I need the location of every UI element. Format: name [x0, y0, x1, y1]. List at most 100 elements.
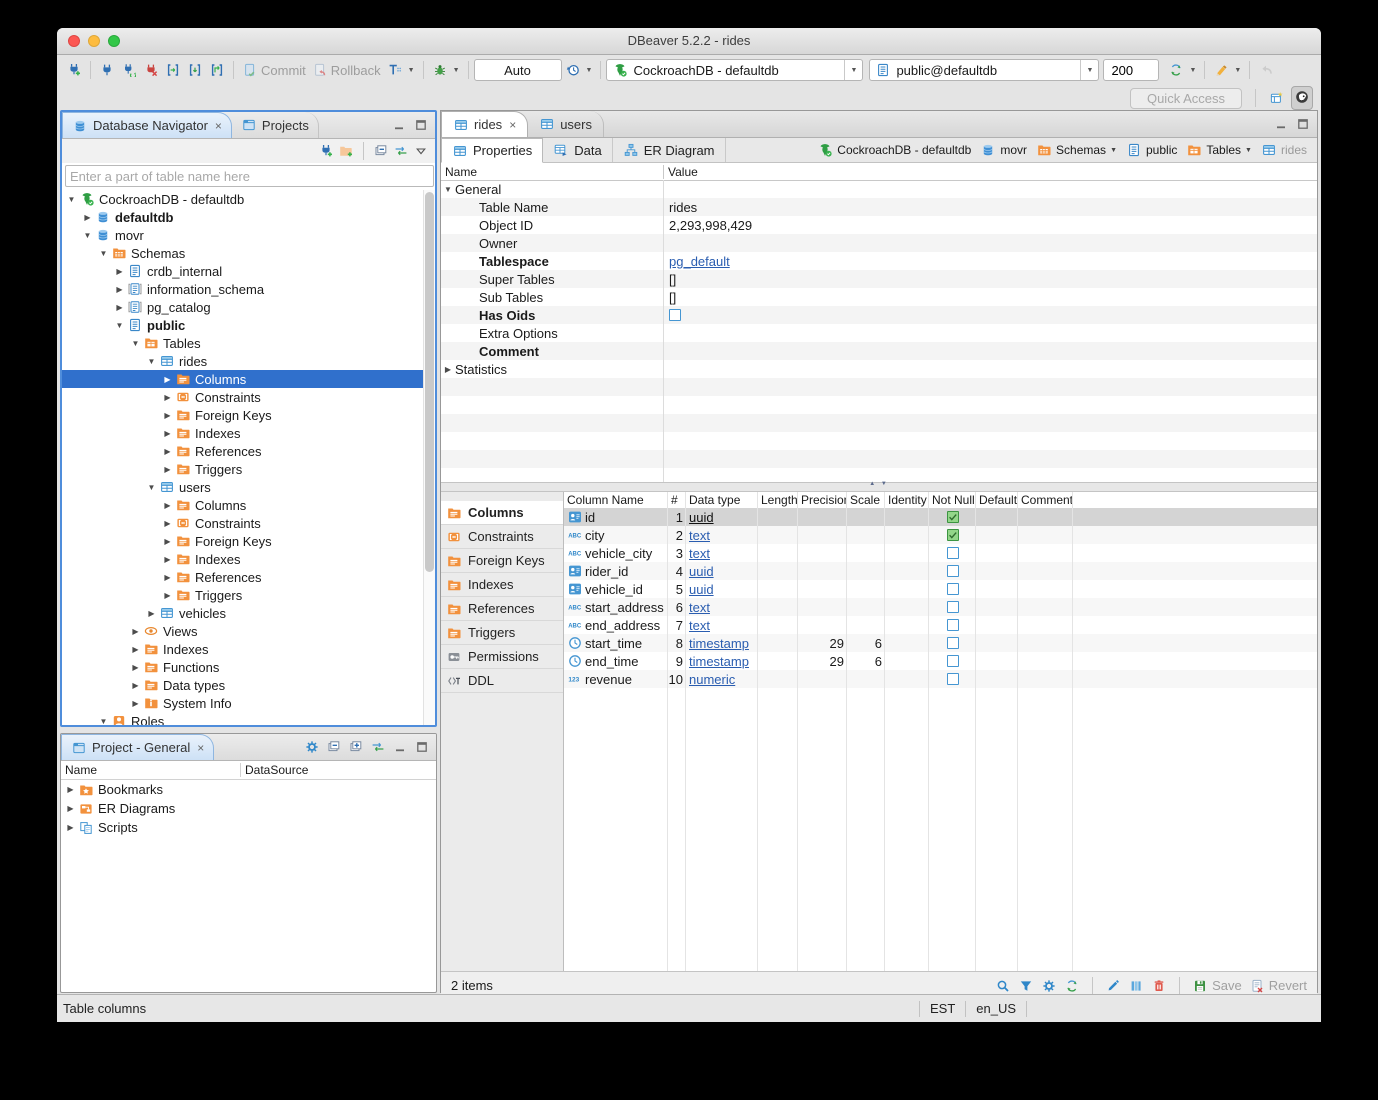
tree-item-public[interactable]: ▼public [62, 316, 424, 334]
property-row-sub-tables[interactable]: Sub Tables[] [441, 288, 1317, 306]
expand-arrow-icon[interactable]: ▶ [160, 465, 175, 474]
expand-arrow-icon[interactable]: ▶ [160, 555, 175, 564]
property-row-super-tables[interactable]: Super Tables[] [441, 270, 1317, 288]
tab-projects[interactable]: Projects [232, 112, 319, 138]
column-header-data-type[interactable]: Data type [686, 492, 758, 508]
table-filter-input[interactable] [65, 165, 434, 187]
property-row-table-name[interactable]: Table Namerides [441, 198, 1317, 216]
column-header-length[interactable]: Length [758, 492, 798, 508]
link-with-editor-icon[interactable] [393, 143, 409, 159]
tree-item-schemas[interactable]: ▼Schemas [62, 244, 424, 262]
checkbox-unchecked[interactable] [947, 655, 959, 667]
tree-item-data-types[interactable]: ▶Data types [62, 676, 424, 694]
column-header-precision[interactable]: Precision [798, 492, 847, 508]
locale-indicator[interactable]: en_US [976, 1001, 1016, 1016]
expand-arrow-icon[interactable]: ▶ [160, 375, 175, 384]
highlight-button[interactable]: ▼ [1210, 60, 1244, 80]
data-type-link[interactable]: text [689, 600, 710, 615]
data-type-link[interactable]: text [689, 528, 710, 543]
checkbox-checked[interactable] [947, 511, 959, 523]
property-row-object-id[interactable]: Object ID2,293,998,429 [441, 216, 1317, 234]
properties-name-header[interactable]: Name [441, 165, 664, 179]
table-row-rider-id[interactable]: rider_id4uuid [564, 562, 1317, 580]
checkbox-unchecked[interactable] [947, 565, 959, 577]
disconnect-button[interactable] [140, 60, 162, 80]
maximize-icon[interactable] [1295, 116, 1311, 132]
collapse-arrow-icon[interactable]: ▼ [144, 357, 159, 366]
tree-item-triggers[interactable]: ▶Triggers [62, 460, 424, 478]
transaction-mode-button[interactable]: ▼ [384, 60, 418, 80]
horizontal-splitter[interactable]: ▲ ▼ [441, 482, 1317, 492]
edit-icon[interactable] [1105, 978, 1121, 994]
minimize-icon[interactable] [1273, 116, 1289, 132]
breadcrumb-item-public[interactable]: public [1126, 142, 1177, 158]
detail-tab-permissions[interactable]: Permissions [441, 645, 563, 669]
connect-button[interactable] [96, 60, 118, 80]
editor-tab-users[interactable]: users [528, 111, 604, 137]
column-header-identity[interactable]: Identity [885, 492, 929, 508]
connection-select[interactable]: CockroachDB - defaultdb ▼ [606, 59, 863, 81]
subtab-er-diagram[interactable]: ER Diagram [613, 138, 726, 162]
property-row-statistics[interactable]: ▶Statistics [441, 360, 1317, 378]
zoom-window-button[interactable] [108, 35, 120, 47]
dbeaver-perspective-icon[interactable] [1294, 89, 1310, 105]
collapse-arrow-icon[interactable]: ▼ [128, 339, 143, 348]
tree-item-indexes[interactable]: ▶Indexes [62, 424, 424, 442]
settings-icon[interactable] [1041, 978, 1057, 994]
tree-item-crdb-internal[interactable]: ▶crdb_internal [62, 262, 424, 280]
tablespace-link[interactable]: pg_default [669, 254, 730, 269]
checkbox-unchecked[interactable] [669, 309, 681, 321]
collapse-arrow-icon[interactable]: ▼ [441, 185, 455, 194]
table-row-end-time[interactable]: end_time9timestamp296 [564, 652, 1317, 670]
refresh-icon[interactable] [1064, 978, 1080, 994]
tree-item-information-schema[interactable]: ▶information_schema [62, 280, 424, 298]
recent-sql-button[interactable] [206, 60, 228, 80]
collapse-all-icon[interactable] [326, 739, 342, 755]
project-item-bookmarks[interactable]: ▶Bookmarks [61, 780, 436, 799]
expand-arrow-icon[interactable]: ▶ [160, 429, 175, 438]
quick-access-button[interactable]: Quick Access [1130, 88, 1242, 109]
data-type-link[interactable]: text [689, 546, 710, 561]
debug-button[interactable]: ▼ [429, 60, 463, 80]
breadcrumb-item-tables[interactable]: Tables▼ [1186, 142, 1252, 158]
expand-arrow-icon[interactable]: ▶ [112, 267, 127, 276]
data-type-link[interactable]: timestamp [689, 636, 749, 651]
editor-tab-rides[interactable]: rides× [441, 111, 528, 137]
collapse-arrow-icon[interactable]: ▼ [144, 483, 159, 492]
tree-item-functions[interactable]: ▶Functions [62, 658, 424, 676]
expand-arrow-icon[interactable]: ▶ [63, 785, 78, 794]
new-sql-editor-button[interactable] [162, 60, 184, 80]
commit-mode-select[interactable]: Auto [474, 59, 562, 81]
checkbox-unchecked[interactable] [947, 673, 959, 685]
transaction-log-button[interactable]: ▼ [562, 60, 596, 80]
chevron-down-icon[interactable]: ▼ [1245, 147, 1252, 154]
properties-value-header[interactable]: Value [664, 165, 698, 179]
tree-item-roles[interactable]: ▼Roles [62, 712, 424, 725]
expand-arrow-icon[interactable]: ▶ [160, 573, 175, 582]
checkbox-checked[interactable] [947, 529, 959, 541]
detail-tab-constraints[interactable]: Constraints [441, 525, 563, 549]
commit-button[interactable]: Commit [239, 60, 309, 80]
data-type-link[interactable]: uuid [689, 510, 714, 525]
close-icon[interactable]: × [197, 741, 204, 755]
rollback-button[interactable]: Rollback [309, 60, 384, 80]
open-sql-script-button[interactable] [184, 60, 206, 80]
property-row-tablespace[interactable]: Tablespacepg_default [441, 252, 1317, 270]
schema-select[interactable]: public@defaultdb ▼ [869, 59, 1099, 81]
breadcrumb-item-cockroachdb-defaultdb[interactable]: CockroachDB - defaultdb [817, 142, 971, 158]
expand-arrow-icon[interactable]: ▶ [112, 285, 127, 294]
tree-item-tables[interactable]: ▼Tables [62, 334, 424, 352]
tree-item-pg-catalog[interactable]: ▶pg_catalog [62, 298, 424, 316]
reconnect-button[interactable] [118, 60, 140, 80]
expand-arrow-icon[interactable]: ▶ [160, 411, 175, 420]
table-row-end-address[interactable]: ABCend_address7text [564, 616, 1317, 634]
tab-database-navigator[interactable]: Database Navigator × [62, 112, 232, 138]
property-row-has-oids[interactable]: Has Oids [441, 306, 1317, 324]
back-button[interactable] [1255, 60, 1277, 80]
tree-item-references[interactable]: ▶References [62, 442, 424, 460]
fetch-size-input[interactable] [1109, 62, 1153, 79]
data-type-link[interactable]: uuid [689, 582, 714, 597]
tree-item-defaultdb[interactable]: ▶defaultdb [62, 208, 424, 226]
expand-arrow-icon[interactable]: ▶ [128, 627, 143, 636]
column-header-datasource[interactable]: DataSource [241, 763, 308, 777]
